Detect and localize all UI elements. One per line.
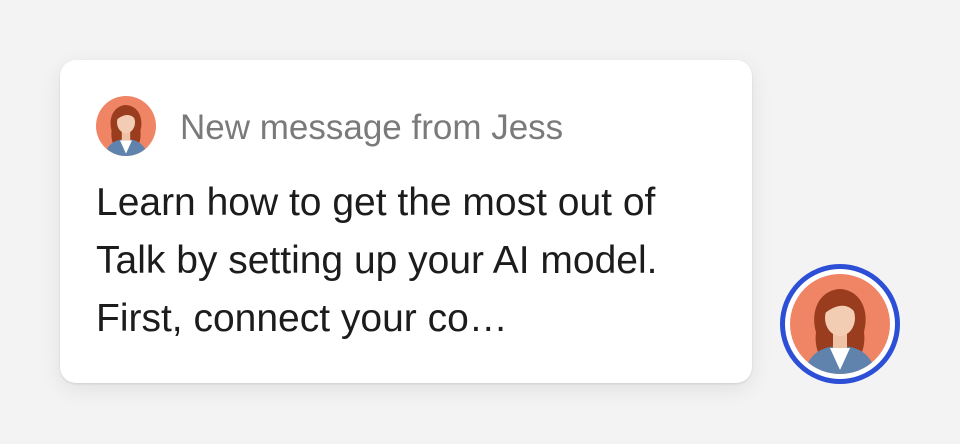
chat-launcher-button[interactable] <box>780 264 900 384</box>
jess-avatar-icon <box>96 96 156 156</box>
message-preview: Learn how to get the most out of Talk by… <box>96 181 658 340</box>
sender-line: New message from Jess <box>180 108 564 147</box>
message-notification-card[interactable]: New message from Jess Learn how to get t… <box>60 60 752 383</box>
jess-avatar-icon <box>790 274 890 374</box>
